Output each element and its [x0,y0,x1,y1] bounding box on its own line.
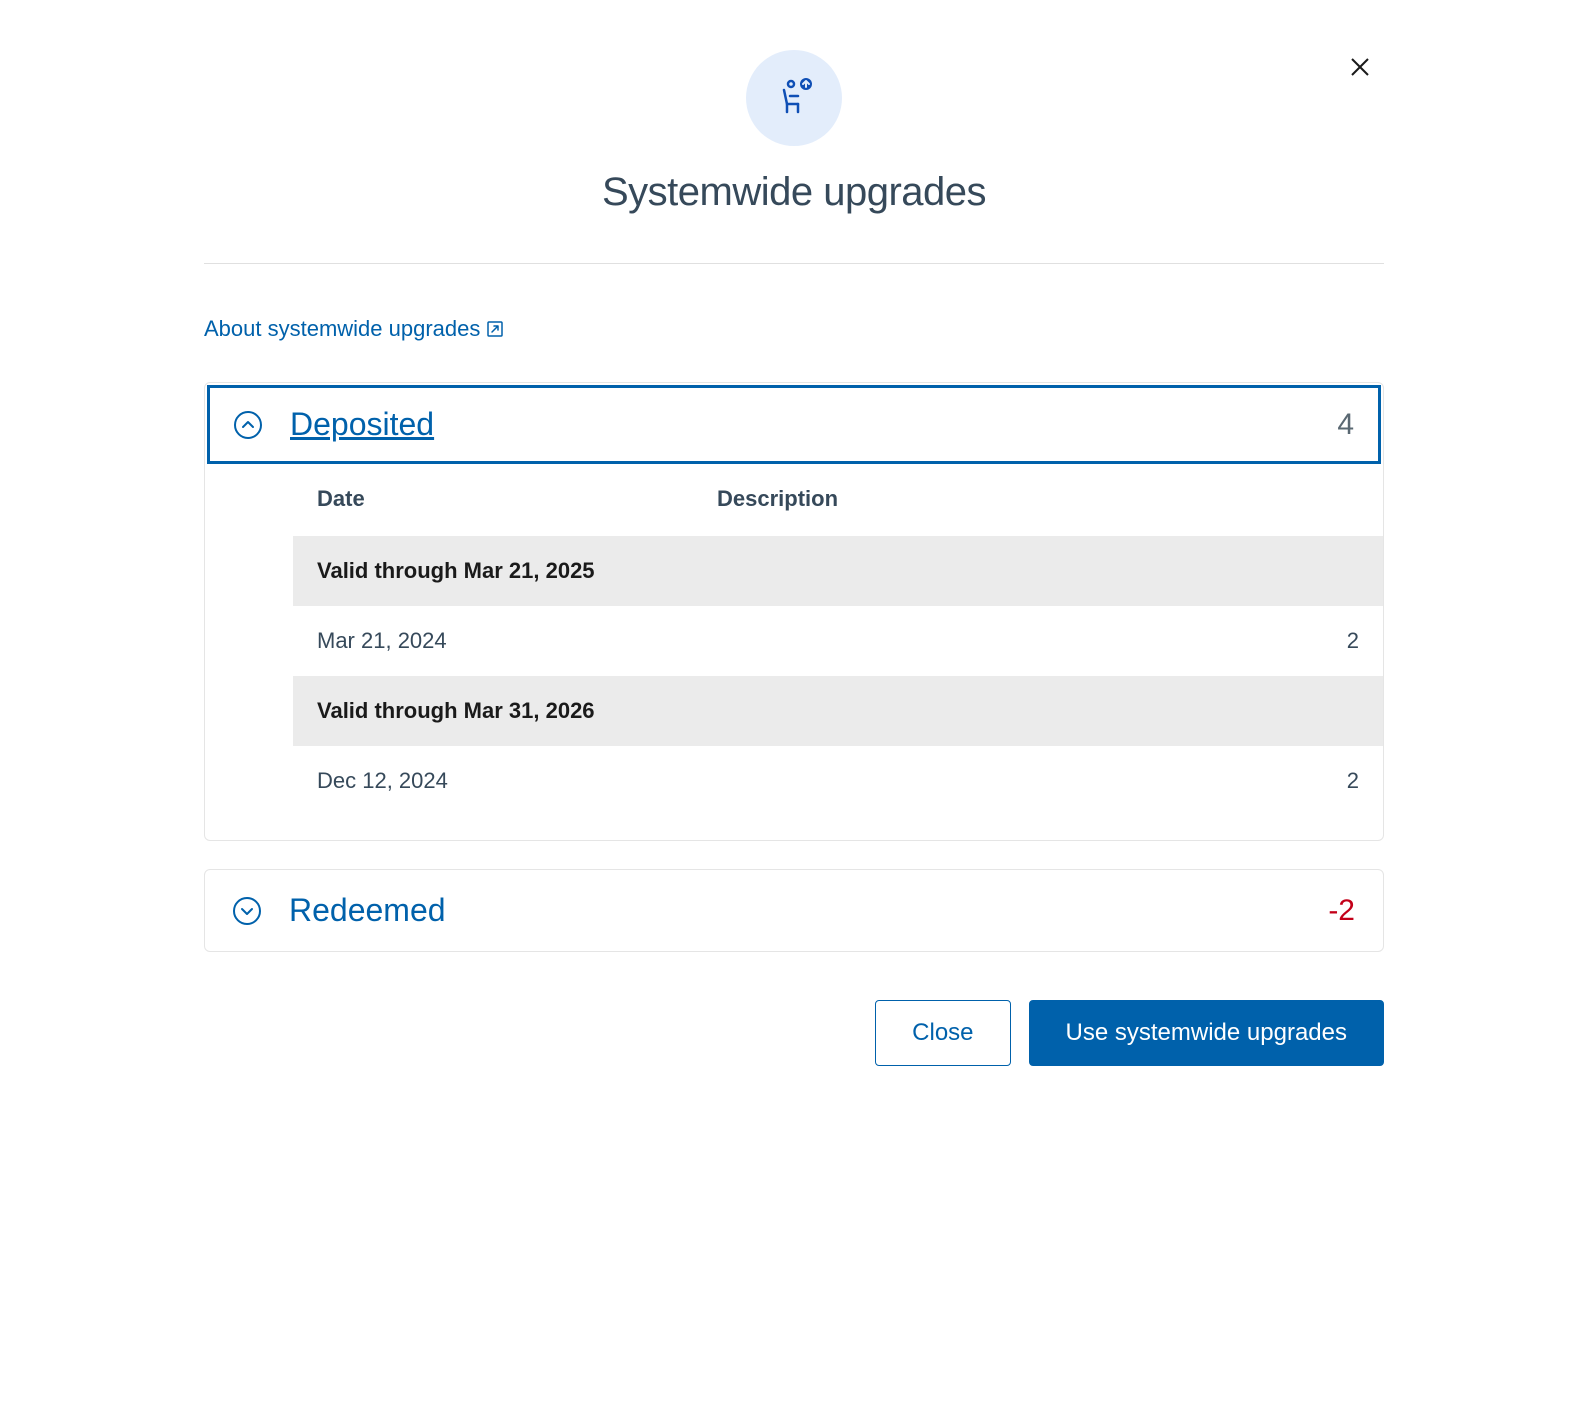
redeemed-header[interactable]: Redeemed -2 [205,870,1383,951]
close-icon-button[interactable] [1346,50,1374,86]
column-header-date: Date [317,486,717,512]
valid-through-group: Valid through Mar 31, 2026 [293,676,1383,746]
deposited-title: Deposited [290,406,1337,443]
close-button[interactable]: Close [875,1000,1010,1066]
valid-through-group: Valid through Mar 21, 2025 [293,536,1383,606]
redeemed-title: Redeemed [289,892,1328,929]
modal-header: Systemwide upgrades [204,50,1384,264]
about-link-text: About systemwide upgrades [204,316,480,342]
row-date: Dec 12, 2024 [317,768,717,794]
about-link[interactable]: About systemwide upgrades [204,316,504,342]
deposited-count: 4 [1337,408,1354,442]
row-description [717,768,1299,794]
deposited-card: Deposited 4 Date Description Valid throu… [204,382,1384,841]
row-description [717,628,1299,654]
row-date: Mar 21, 2024 [317,628,717,654]
chevron-up-icon [241,420,255,430]
seat-upgrade-icon [770,74,818,122]
table-column-headers: Date Description [293,466,1383,536]
upgrade-icon-circle [746,50,842,146]
chevron-down-circle [233,897,261,925]
chevron-down-icon [240,906,254,916]
row-count: 2 [1299,628,1359,654]
redeemed-count: -2 [1328,894,1355,928]
redeemed-card: Redeemed -2 [204,869,1384,952]
use-upgrades-button[interactable]: Use systemwide upgrades [1029,1000,1384,1066]
column-header-description: Description [717,486,1359,512]
row-count: 2 [1299,768,1359,794]
deposited-header[interactable]: Deposited 4 [207,385,1381,464]
modal-content: About systemwide upgrades Deposited 4 Da… [204,264,1384,1066]
deposited-table: Date Description Valid through Mar 21, 2… [205,466,1383,840]
page-title: Systemwide upgrades [204,170,1384,215]
external-link-icon [486,320,504,338]
chevron-up-circle [234,411,262,439]
table-row: Dec 12, 2024 2 [293,746,1383,816]
table-row: Mar 21, 2024 2 [293,606,1383,676]
close-icon [1350,57,1370,77]
systemwide-upgrades-modal: Systemwide upgrades About systemwide upg… [204,10,1384,1106]
button-row: Close Use systemwide upgrades [204,980,1384,1066]
